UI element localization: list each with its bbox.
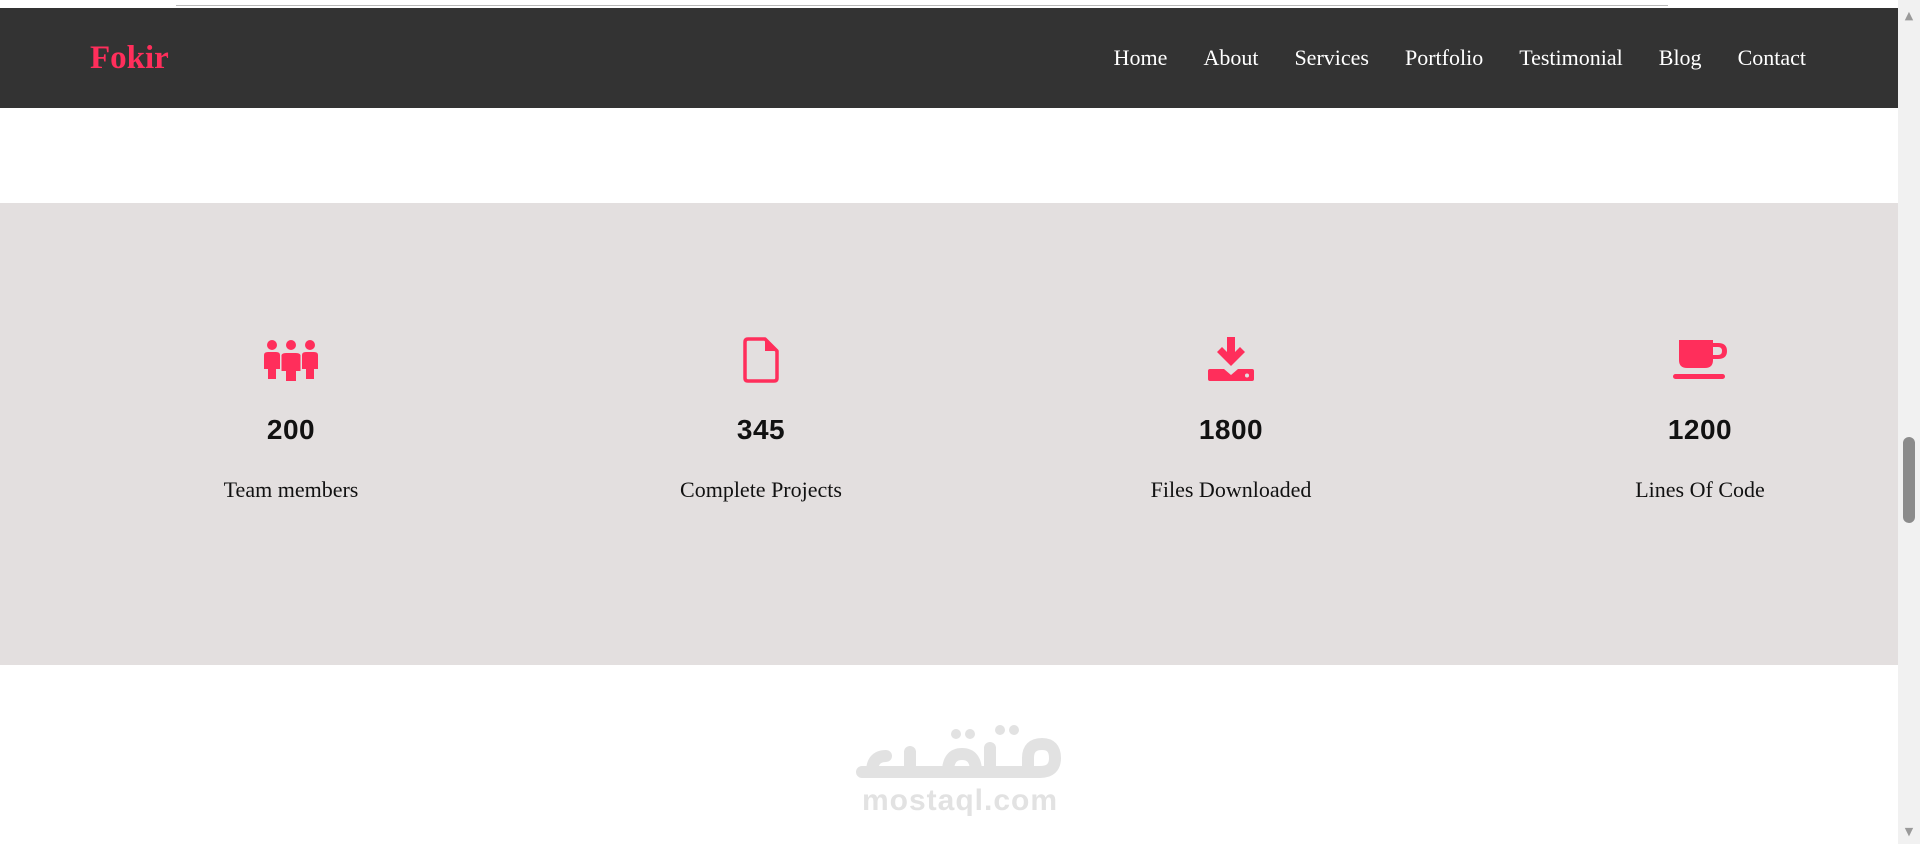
nav-blog[interactable]: Blog [1659,45,1702,71]
download-icon [1207,335,1255,385]
top-strip [0,0,1898,8]
navbar: Fokir Home About Services Portfolio Test… [0,8,1898,108]
scrollbar[interactable]: ▲ ▼ [1898,0,1920,844]
stat-label: Lines Of Code [1635,477,1765,502]
nav-about[interactable]: About [1203,45,1258,71]
nav-testimonial[interactable]: Testimonial [1519,45,1623,71]
stat-value: 1200 [1667,414,1733,445]
main-nav: Home About Services Portfolio Testimonia… [1114,45,1806,71]
page: Fokir Home About Services Portfolio Test… [0,0,1920,844]
brand-logo[interactable]: Fokir [90,40,169,77]
stat-value: 345 [736,414,786,445]
watermark-text: mostaql.com [861,784,1059,817]
progress-line [176,5,1668,6]
stat-value: 1800 [1198,414,1264,445]
nav-services[interactable]: Services [1294,45,1369,71]
nav-portfolio[interactable]: Portfolio [1405,45,1483,71]
nav-contact[interactable]: Contact [1738,45,1806,71]
watermark: mostaql.com [850,716,1070,826]
file-icon [743,335,779,385]
scroll-down-arrow-icon[interactable]: ▼ [1898,822,1920,840]
nav-home[interactable]: Home [1114,45,1168,71]
coffee-cup-icon [1671,335,1729,385]
stat-label: Complete Projects [680,477,842,502]
team-icon [262,335,320,385]
scrollbar-thumb[interactable] [1903,437,1915,523]
stat-value: 200 [266,414,316,445]
scroll-up-arrow-icon[interactable]: ▲ [1898,6,1920,24]
stat-label: Files Downloaded [1150,477,1312,502]
stats-section: 200 Team members 345 Complete Projects 1… [0,203,1898,665]
stat-label: Team members [223,477,359,502]
watermark-logo-icon [856,725,1061,778]
